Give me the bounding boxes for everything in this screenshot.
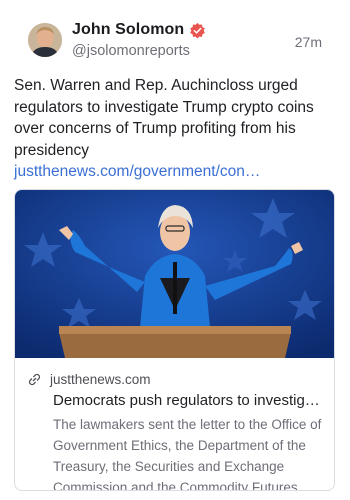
verified-badge-icon — [189, 22, 206, 39]
post-card[interactable]: John Solomon @jsolomonreports 27m Sen. W… — [0, 0, 350, 500]
post-timestamp[interactable]: 27m — [295, 34, 322, 50]
post-text: Sen. Warren and Rep. Auchincloss urged r… — [14, 77, 314, 159]
speaker-at-podium-photo-icon — [15, 190, 334, 358]
post-link[interactable]: justthenews.com/government/con… — [14, 163, 260, 180]
link-domain-row: justthenews.com — [27, 371, 322, 387]
link-preview-title[interactable]: Democrats push regulators to investig… — [53, 391, 323, 411]
link-preview-body: justthenews.com Democrats push regulator… — [15, 358, 334, 491]
author-handle[interactable]: @jsolomonreports — [72, 43, 190, 59]
author-display-name[interactable]: John Solomon — [72, 21, 184, 39]
avatar[interactable] — [28, 23, 62, 57]
link-chain-icon — [27, 372, 42, 387]
post-body: Sen. Warren and Rep. Auchincloss urged r… — [14, 75, 334, 183]
author-name-row: John Solomon — [72, 21, 206, 39]
link-preview-card[interactable]: justthenews.com Democrats push regulator… — [14, 189, 335, 491]
link-preview-image[interactable] — [15, 190, 334, 358]
link-preview-description: The lawmakers sent the letter to the Off… — [53, 417, 322, 491]
post-header: John Solomon @jsolomonreports 27m — [14, 0, 336, 70]
avatar-photo-icon — [28, 23, 62, 57]
link-domain: justthenews.com — [50, 371, 151, 387]
